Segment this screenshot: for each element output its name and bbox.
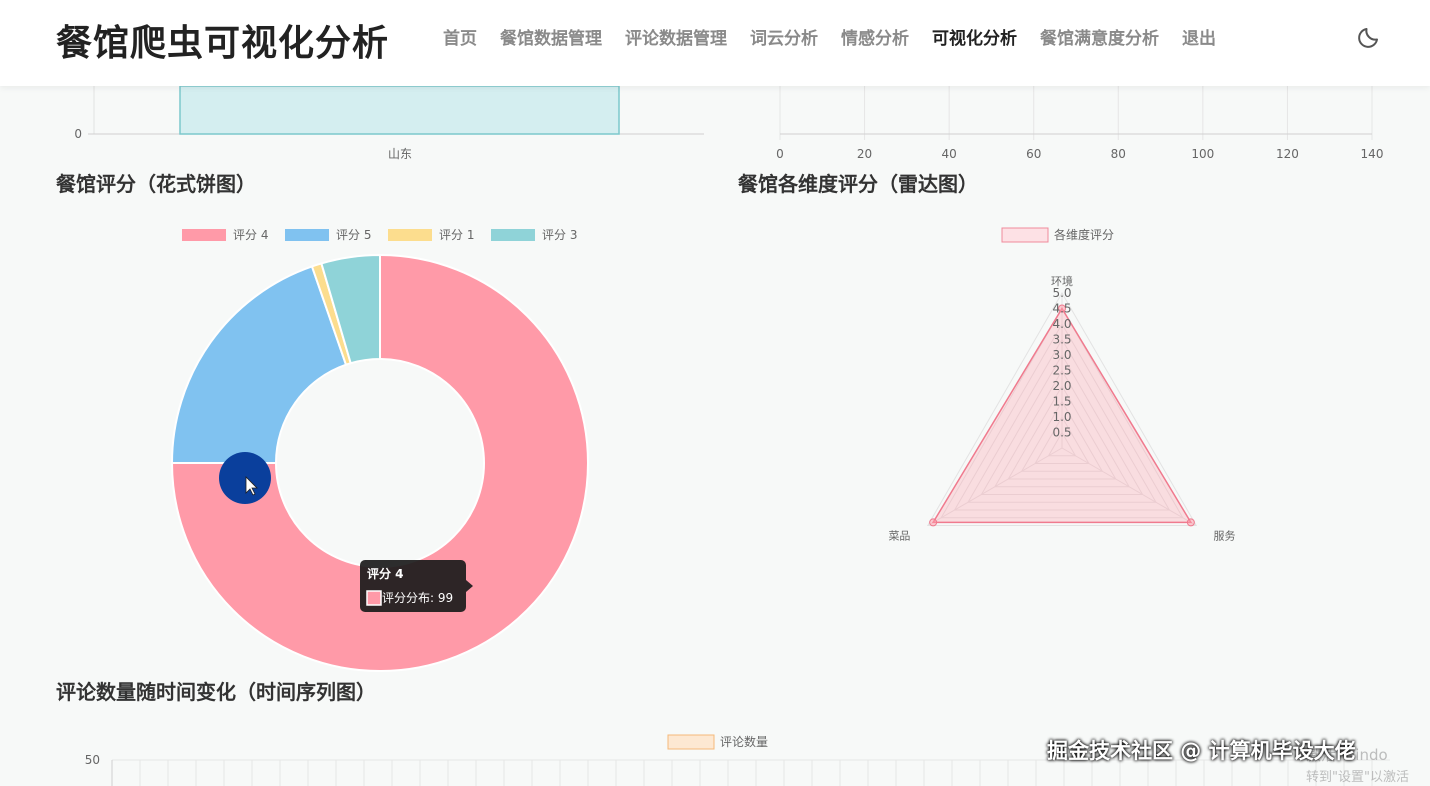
pie-legend-label: 评分 4	[233, 228, 268, 242]
radar-axis-label: 菜品	[888, 530, 910, 543]
nav-satisfaction[interactable]: 餐馆满意度分析	[1040, 24, 1159, 49]
watermark: 掘金技术社区 @ 计算机毕设大佬	[1047, 739, 1356, 763]
x-tick-shandong: 山东	[388, 147, 412, 161]
bar-shandong	[179, 86, 620, 135]
hbar-x-tick: 100	[1191, 147, 1214, 161]
pie-section-title: 餐馆评分（花式饼图）	[56, 172, 256, 196]
cursor-highlight	[219, 452, 271, 504]
hbar-x-tick: 120	[1276, 147, 1299, 161]
radar-tick: 3.0	[1052, 348, 1071, 362]
time-legend: 评论数量	[667, 734, 768, 750]
radar-tick: 5.0	[1052, 286, 1071, 300]
radar-section-title: 餐馆各维度评分（雷达图）	[738, 172, 978, 196]
nav-visualization[interactable]: 可视化分析	[932, 24, 1017, 49]
pie-legend-label: 评分 5	[336, 228, 371, 242]
y-tick-50: 50	[85, 753, 100, 767]
pie-legend-swatch	[285, 229, 329, 241]
hbar-x-tick: 40	[942, 147, 957, 161]
radar-axis-label: 环境	[1051, 274, 1073, 288]
nav-wordcloud[interactable]: 词云分析	[750, 24, 818, 49]
nav-restaurant-data[interactable]: 餐馆数据管理	[500, 24, 602, 49]
pie-legend-label: 评分 1	[439, 228, 474, 242]
y-tick-0: 0	[74, 127, 82, 141]
radar-tick: 1.0	[1052, 410, 1071, 424]
nav-home[interactable]: 首页	[443, 24, 477, 49]
hbar-x-tick: 20	[857, 147, 872, 161]
radar-tick: 4.0	[1052, 317, 1071, 331]
radar-tick: 0.5	[1052, 426, 1071, 440]
nav-sentiment[interactable]: 情感分析	[841, 24, 909, 49]
pie-legend: 评分 4 评分 5 评分 1 评分 3	[182, 228, 577, 242]
nav-review-data[interactable]: 评论数据管理	[625, 24, 727, 49]
radar-tick: 2.0	[1052, 379, 1071, 393]
pie-legend-label: 评分 3	[542, 228, 577, 242]
windows-activation-line2: 转到"设置"以激活	[1306, 770, 1409, 785]
radar-tick: 1.5	[1052, 395, 1071, 409]
radar-legend-label: 各维度评分	[1054, 227, 1114, 242]
pie-tooltip: 评分 4 评分分布: 99	[360, 560, 473, 612]
radar-tick: 2.5	[1052, 364, 1071, 378]
radar-tick-labels: 0.5 1.01.5 2.02.5 3.03.5 4.04.5 5.0	[1052, 286, 1071, 440]
doughnut-chart: 评分 4 评分 5 评分 1 评分 3 评分 4 评分分布: 99	[170, 228, 589, 672]
pie-legend-swatch	[182, 229, 226, 241]
pie-legend-swatch	[491, 229, 535, 241]
tooltip-swatch	[366, 590, 382, 606]
radar-legend: 各维度评分	[1001, 227, 1114, 243]
time-legend-label: 评论数量	[720, 734, 768, 749]
top-navbar: 餐馆爬虫可视化分析 首页 餐馆数据管理 评论数据管理 词云分析 情感分析 可视化…	[0, 0, 1430, 86]
top-hbar-chart: 0 20 40 60 80 100 120 140	[776, 86, 1384, 161]
hbar-x-tick: 80	[1111, 147, 1126, 161]
hbar-x-tick: 60	[1026, 147, 1041, 161]
radar-point[interactable]	[929, 518, 938, 527]
moon-icon[interactable]	[1356, 22, 1384, 50]
pie-slice[interactable]	[170, 265, 348, 464]
top-bar-chart: 0 山东	[74, 86, 704, 161]
time-section-title: 评论数量随时间变化（时间序列图）	[56, 680, 376, 704]
nav-logout[interactable]: 退出	[1182, 24, 1216, 49]
pie-legend-swatch	[388, 229, 432, 241]
tooltip-title: 评分 4	[367, 566, 404, 581]
radar-tick: 3.5	[1052, 333, 1071, 347]
radar-chart: 各维度评分 0.5 1.01.5 2.02.5 3.03.5 4.04.5 5.0 环境服…	[888, 227, 1236, 543]
hbar-x-tick: 140	[1361, 147, 1384, 161]
radar-tick: 4.5	[1052, 302, 1071, 316]
hbar-x-tick: 0	[776, 147, 784, 161]
radar-axis-label: 服务	[1214, 530, 1236, 543]
tooltip-label: 评分分布: 99	[382, 591, 453, 605]
radar-point[interactable]	[1186, 518, 1195, 527]
app-title: 餐馆爬虫可视化分析	[56, 23, 390, 64]
main-nav: 首页 餐馆数据管理 评论数据管理 词云分析 情感分析 可视化分析 餐馆满意度分析…	[443, 24, 1239, 49]
